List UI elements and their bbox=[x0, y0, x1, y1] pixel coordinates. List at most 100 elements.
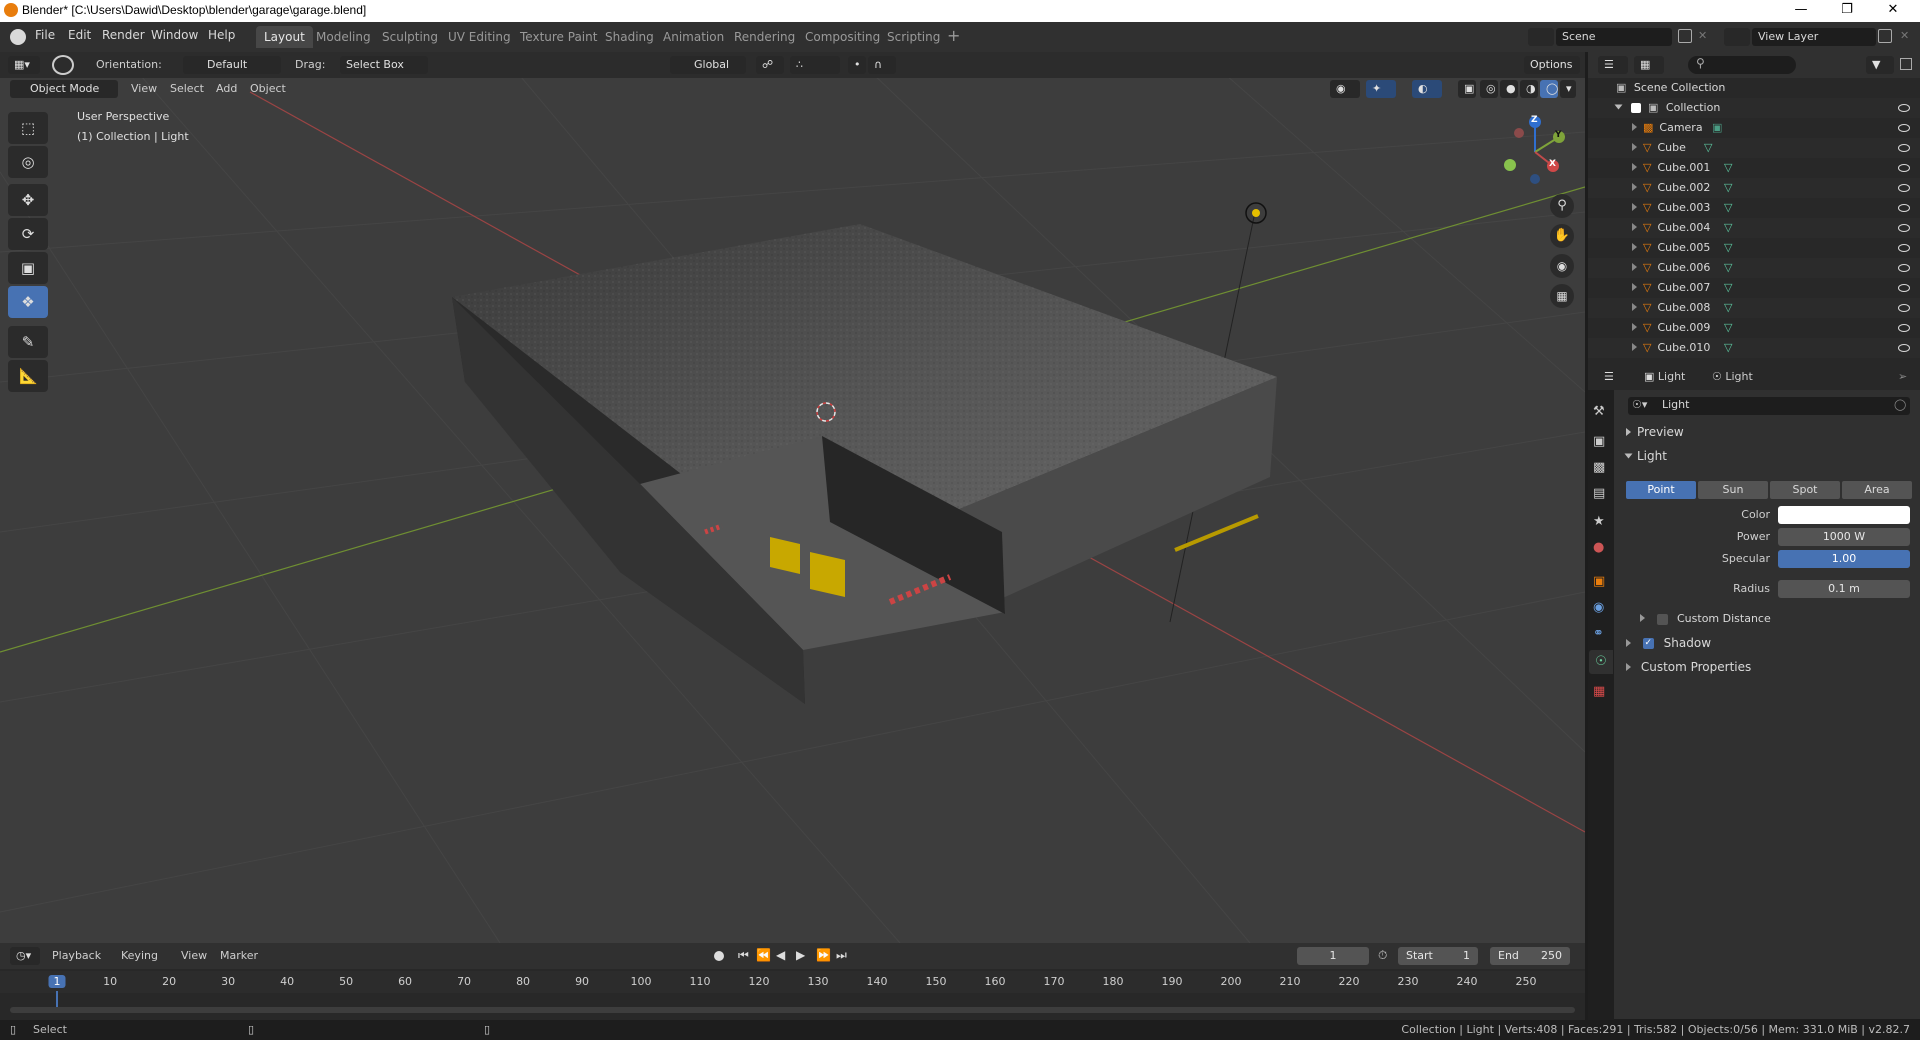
jump-start-icon[interactable]: ⏮ bbox=[738, 948, 749, 963]
play-reverse-icon[interactable]: ◀ bbox=[776, 948, 785, 962]
expand-arrow-icon[interactable] bbox=[1632, 143, 1637, 151]
minimize-icon[interactable]: — bbox=[1778, 0, 1824, 22]
expand-arrow-icon[interactable] bbox=[1632, 183, 1637, 191]
world-tab-icon[interactable]: ● bbox=[1593, 540, 1604, 555]
outliner-item[interactable]: ▽ Cube.006 ▽ bbox=[1588, 258, 1920, 278]
editor-type-icon[interactable]: ▦▾ bbox=[8, 56, 40, 74]
scene-tab-icon[interactable]: ★ bbox=[1593, 514, 1605, 529]
view-layer-selector-icon[interactable] bbox=[1724, 28, 1750, 46]
menu-render[interactable]: Render bbox=[102, 28, 145, 42]
mesh-data-icon[interactable]: ▽ bbox=[1724, 178, 1732, 198]
eye-icon[interactable] bbox=[1898, 124, 1910, 132]
outliner-search-input[interactable]: ⚲ bbox=[1688, 56, 1796, 74]
mesh-data-icon[interactable]: ▽ bbox=[1724, 158, 1732, 178]
timeline-scrollbar[interactable] bbox=[10, 1007, 1575, 1013]
snap-icon[interactable]: ∴ bbox=[790, 56, 840, 74]
solid-shading-icon[interactable]: ● bbox=[1500, 80, 1518, 98]
texture-tab-icon[interactable]: ▦ bbox=[1593, 684, 1605, 699]
play-icon[interactable]: ▶ bbox=[796, 948, 805, 962]
mesh-data-icon[interactable]: ▽ bbox=[1724, 218, 1732, 238]
outliner-scene-collection[interactable]: ▣ Scene Collection bbox=[1588, 78, 1920, 98]
expand-arrow-icon[interactable] bbox=[1632, 223, 1637, 231]
breadcrumb-data[interactable]: ☉ Light bbox=[1712, 368, 1753, 386]
menu-marker[interactable]: Marker bbox=[220, 947, 258, 965]
expand-arrow-icon[interactable] bbox=[1614, 104, 1623, 110]
eye-icon[interactable] bbox=[1898, 244, 1910, 252]
expand-arrow-icon[interactable] bbox=[1632, 163, 1637, 171]
mesh-data-icon[interactable]: ▽ bbox=[1724, 238, 1732, 258]
light-type-spot[interactable]: Spot bbox=[1770, 481, 1840, 499]
close-icon[interactable]: ✕ bbox=[1870, 0, 1916, 22]
transform-tool[interactable]: ❖ bbox=[8, 286, 48, 318]
render-tab-icon[interactable]: ▣ bbox=[1593, 434, 1605, 449]
proportional-edit-icon[interactable]: • bbox=[848, 56, 866, 74]
select-box-tool[interactable]: ⬚ bbox=[8, 112, 48, 144]
rotate-tool[interactable]: ⟳ bbox=[8, 218, 48, 250]
navigation-gizmo[interactable]: Z Y X bbox=[1495, 112, 1575, 192]
new-view-layer-icon[interactable] bbox=[1878, 29, 1892, 43]
record-icon[interactable] bbox=[714, 951, 724, 961]
overlay-toggle-icon[interactable]: ◐ bbox=[1412, 80, 1442, 98]
camera-data-icon[interactable]: ▣ bbox=[1712, 118, 1722, 138]
scale-tool[interactable]: ▣ bbox=[8, 252, 48, 284]
outliner-item[interactable]: ▽ Cube.004 ▽ bbox=[1588, 218, 1920, 238]
menu-edit[interactable]: Edit bbox=[68, 28, 91, 42]
outliner-item[interactable]: ▽ Cube.008 ▽ bbox=[1588, 298, 1920, 318]
display-mode-icon[interactable]: ▦ bbox=[1634, 56, 1664, 74]
jump-keyframe-back-icon[interactable]: ⏪ bbox=[756, 948, 771, 962]
stopwatch-icon[interactable]: ⏱ bbox=[1378, 948, 1387, 963]
shadow-row[interactable]: ✓ Shadow bbox=[1626, 634, 1918, 652]
outliner-item[interactable]: ▽ Cube.003 ▽ bbox=[1588, 198, 1920, 218]
eye-icon[interactable] bbox=[1898, 144, 1910, 152]
outliner-item[interactable]: ▽ Cube ▽ bbox=[1588, 138, 1920, 158]
light-type-area[interactable]: Area bbox=[1842, 481, 1912, 499]
measure-tool[interactable]: 📐 bbox=[8, 360, 48, 392]
xray-icon[interactable]: ▣ bbox=[1458, 80, 1476, 98]
camera-view-icon[interactable]: ◉ bbox=[1550, 254, 1574, 278]
current-frame-field[interactable]: 1 bbox=[1297, 947, 1369, 965]
scene-name-field[interactable]: Scene bbox=[1556, 28, 1672, 46]
expand-arrow-icon[interactable] bbox=[1632, 283, 1637, 291]
expand-arrow-icon[interactable] bbox=[1632, 203, 1637, 211]
mesh-data-icon[interactable]: ▽ bbox=[1724, 258, 1732, 278]
breadcrumb-object[interactable]: ▣ Light bbox=[1644, 368, 1685, 386]
outliner-collection[interactable]: ▣ Collection bbox=[1588, 98, 1920, 118]
add-workspace-button[interactable]: + bbox=[947, 26, 960, 45]
mesh-data-icon[interactable]: ▽ bbox=[1724, 338, 1732, 358]
menu-window[interactable]: Window bbox=[151, 28, 198, 42]
drag-dropdown[interactable]: Select Box bbox=[340, 56, 428, 74]
eye-icon[interactable] bbox=[1898, 264, 1910, 272]
light-type-point[interactable]: Point bbox=[1626, 481, 1696, 499]
power-field[interactable]: 1000 W bbox=[1778, 528, 1910, 546]
outliner-item[interactable]: ▽ Cube.002 ▽ bbox=[1588, 178, 1920, 198]
mesh-data-icon[interactable]: ▽ bbox=[1724, 278, 1732, 298]
menu-view[interactable]: View bbox=[131, 80, 157, 98]
3d-viewport[interactable]: Z Y X ⚲ ✋ ◉ ▦ User Perspective (1) Colle… bbox=[0, 52, 1585, 943]
end-frame-field[interactable]: End 250 bbox=[1490, 947, 1570, 965]
menu-add[interactable]: Add bbox=[216, 80, 237, 98]
mesh-data-icon[interactable]: ▽ bbox=[1704, 138, 1712, 158]
expand-arrow-icon[interactable] bbox=[1632, 123, 1637, 131]
jump-end-icon[interactable]: ⏭ bbox=[836, 948, 847, 963]
light-datablock-field[interactable]: ☉▾ Light ◯ bbox=[1628, 397, 1910, 415]
properties-editor-type-icon[interactable]: ☰ bbox=[1598, 368, 1628, 386]
view-layer-tab-icon[interactable]: ▤ bbox=[1593, 486, 1605, 501]
annotate-tool[interactable]: ✎ bbox=[8, 326, 48, 358]
outliner-item[interactable]: ▽ Cube.007 ▽ bbox=[1588, 278, 1920, 298]
expand-arrow-icon[interactable] bbox=[1632, 263, 1637, 271]
rendered-shading-icon[interactable]: ◯ bbox=[1540, 80, 1558, 98]
fake-user-icon[interactable]: ◯ bbox=[1894, 398, 1906, 411]
orientation-dropdown[interactable]: Default bbox=[183, 56, 281, 74]
custom-properties-row[interactable]: Custom Properties bbox=[1626, 658, 1918, 676]
tab-compositing[interactable]: Compositing bbox=[797, 26, 888, 48]
expand-arrow-icon[interactable] bbox=[1632, 303, 1637, 311]
menu-object[interactable]: Object bbox=[250, 80, 286, 98]
maximize-icon[interactable]: ❐ bbox=[1824, 0, 1870, 22]
visibility-icon[interactable]: ◉ bbox=[1330, 80, 1360, 98]
tab-rendering[interactable]: Rendering bbox=[726, 26, 803, 48]
outliner-item[interactable]: ▽ Cube.009 ▽ bbox=[1588, 318, 1920, 338]
tab-shading[interactable]: Shading bbox=[597, 26, 662, 48]
transform-orientation-dropdown[interactable]: Global bbox=[670, 56, 746, 74]
preview-panel-header[interactable]: Preview bbox=[1626, 422, 1918, 442]
expand-arrow-icon[interactable] bbox=[1632, 343, 1637, 351]
